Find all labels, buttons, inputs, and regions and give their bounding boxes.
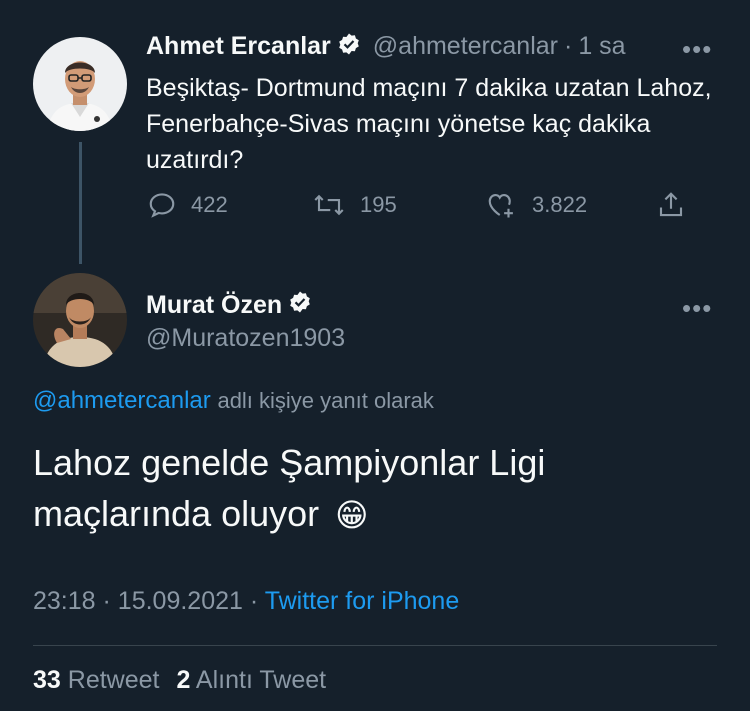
reply-count: 422 [191,192,228,217]
divider [33,645,717,646]
replying-to-label: adlı kişiye yanıt olarak [217,388,434,413]
share-button[interactable] [656,190,686,225]
quotes-stat[interactable]: 2 Alıntı Tweet [176,666,326,694]
engagement-stats: 33 Retweet 2 Alıntı Tweet [33,666,326,695]
thread-connector-line [79,142,82,264]
retweet-count: 195 [360,192,397,217]
avatar-portrait-icon [33,273,127,367]
quote-label: Alıntı Tweet [195,666,327,694]
verified-badge-icon [288,290,312,321]
parent-tweet-timestamp[interactable]: 1 sa [578,32,625,61]
retweet-icon [314,194,344,216]
retweet-button[interactable]: 195 [312,190,397,220]
tweet-date[interactable]: 15.09.2021 [118,587,243,615]
replying-to-handle[interactable]: @ahmetercanlar [33,387,211,414]
reply-author-handle[interactable]: @Muratozen1903 [146,324,345,353]
quote-total: 2 [176,666,191,694]
verified-badge-icon [337,32,361,61]
parent-author-handle[interactable]: @ahmetercanlar [373,32,558,61]
retweet-total: 33 [33,666,61,694]
meta-separator: · [249,587,259,615]
like-button[interactable]: 3.822 [484,190,587,220]
reply-author-avatar[interactable] [33,273,127,367]
retweets-stat[interactable]: 33 Retweet [33,666,166,694]
avatar-portrait-icon [33,37,127,131]
parent-author-avatar[interactable] [33,37,127,131]
more-icon[interactable]: ••• [682,293,712,324]
parent-author-name[interactable]: Ahmet Ercanlar [146,32,331,61]
tweet-source-link[interactable]: Twitter for iPhone [265,587,460,615]
reply-icon [149,193,175,218]
like-count: 3.822 [532,192,588,217]
reply-tweet-text: Lahoz genelde Şampiyonlar Ligi maçlarınd… [33,442,546,534]
parent-tweet-text: Beşiktaş- Dortmund maçını 7 dakika uzata… [146,74,712,174]
more-icon[interactable]: ••• [682,34,712,65]
header-separator: · [563,32,573,60]
replying-to-line: @ahmetercanlar adlı kişiye yanıt olarak [33,387,434,415]
reply-button[interactable]: 422 [147,190,228,220]
grinning-emoji: 😁 [335,497,369,533]
reply-tweet-text-block: Lahoz genelde Şampiyonlar Ligi maçlarınd… [33,437,593,541]
reply-author-name[interactable]: Murat Özen [146,291,282,320]
tweet-meta: 23:18 · 15.09.2021 · Twitter for iPhone [33,587,459,616]
reply-header: Murat Özen [146,290,312,321]
like-icon [488,193,513,218]
meta-separator: · [102,587,111,615]
parent-tweet-header: Ahmet Ercanlar @ahmetercanlar · 1 sa [146,32,626,61]
share-icon [659,192,683,217]
tweet-time[interactable]: 23:18 [33,587,96,615]
retweet-label: Retweet [67,666,160,694]
